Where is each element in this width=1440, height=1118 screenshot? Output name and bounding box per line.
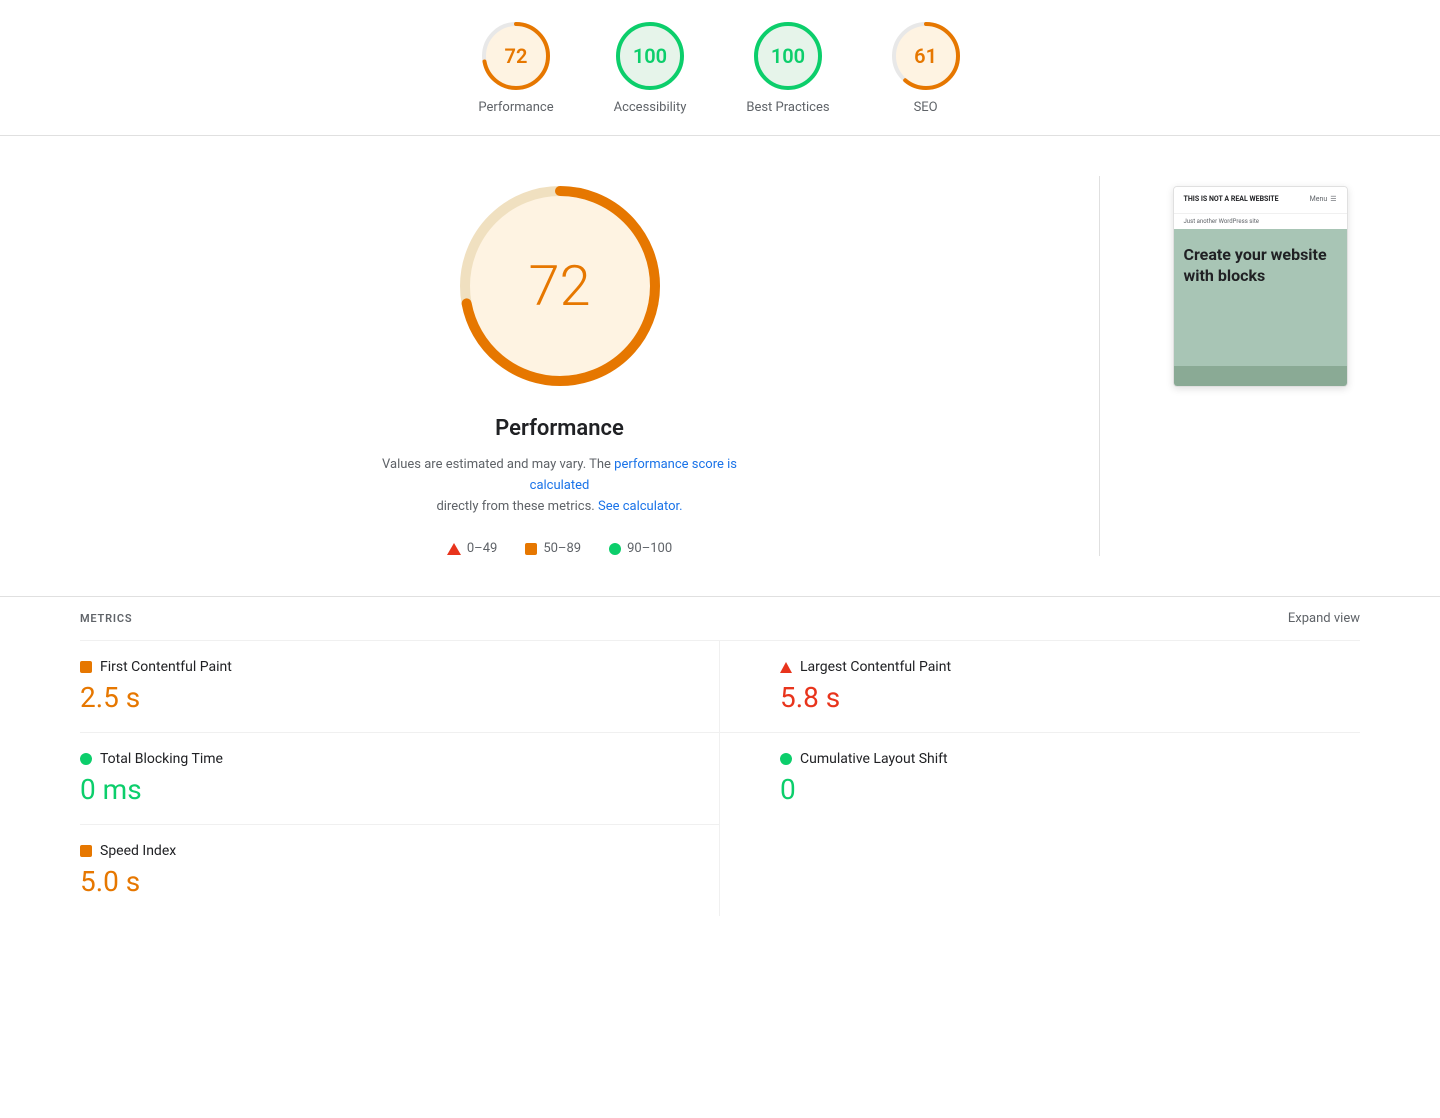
seo-score-num: 61 [914,46,937,66]
score-circle-seo: 61 [890,20,962,92]
screenshot-menu: Menu ☰ [1310,195,1337,203]
legend-range-1: 0–49 [467,541,497,556]
performance-score-num: 72 [505,46,528,66]
calculator-link[interactable]: See calculator. [598,499,683,514]
metrics-grid: First Contentful Paint 2.5 s Largest Con… [80,640,1360,916]
metric-fcp-header: First Contentful Paint [80,659,659,675]
scores-bar: 72 Performance 100 Accessibility 100 Bes… [0,0,1440,136]
score-circle-accessibility: 100 [614,20,686,92]
performance-label: Performance [478,100,553,115]
green-circle-icon [609,543,621,555]
metric-cls-value: 0 [780,773,1360,806]
main-content: 72 Performance Values are estimated and … [0,136,1440,596]
metric-lcp-header: Largest Contentful Paint [780,659,1360,675]
accessibility-score-num: 100 [633,46,667,66]
metrics-header: METRICS Expand view [80,597,1360,640]
metric-fcp-label: First Contentful Paint [100,659,232,675]
metric-largest-contentful-paint: Largest Contentful Paint 5.8 s [720,640,1360,732]
metric-first-contentful-paint: First Contentful Paint 2.5 s [80,640,720,732]
screenshot-hero-bottom [1174,366,1347,386]
legend-item-orange: 50–89 [525,541,581,556]
legend-item-green: 90–100 [609,541,672,556]
score-item-performance[interactable]: 72 Performance [478,20,553,115]
metrics-title: METRICS [80,612,132,625]
metric-si-value: 5.0 s [80,865,659,898]
metric-fcp-value: 2.5 s [80,681,659,714]
best-practices-label: Best Practices [746,100,829,115]
website-screenshot: THIS IS NOT A REAL WEBSITE Menu ☰ Just a… [1173,186,1348,387]
metric-cls-header: Cumulative Layout Shift [780,751,1360,767]
orange-square-icon [525,543,537,555]
score-item-accessibility[interactable]: 100 Accessibility [614,20,687,115]
score-item-seo[interactable]: 61 SEO [890,20,962,115]
metrics-section: METRICS Expand view First Contentful Pai… [0,596,1440,916]
metric-tbt-value: 0 ms [80,773,659,806]
metric-si-header: Speed Index [80,843,659,859]
accessibility-label: Accessibility [614,100,687,115]
green-circle-icon [80,753,92,765]
metric-tbt-label: Total Blocking Time [100,751,223,767]
expand-view-button[interactable]: Expand view [1288,611,1360,626]
legend-range-3: 90–100 [627,541,672,556]
legend: 0–49 50–89 90–100 [447,541,672,556]
green-circle-icon [780,753,792,765]
red-triangle-icon [447,543,461,555]
screenshot-hero: Create your website with blocks [1174,229,1347,367]
perf-title: Performance [495,416,624,441]
metric-cumulative-layout-shift: Cumulative Layout Shift 0 [720,732,1360,824]
best-practices-score-num: 100 [771,46,805,66]
metric-si-label: Speed Index [100,843,176,859]
seo-label: SEO [914,100,938,115]
score-item-best-practices[interactable]: 100 Best Practices [746,20,829,115]
metric-lcp-label: Largest Contentful Paint [800,659,951,675]
legend-range-2: 50–89 [543,541,581,556]
screenshot-subtitle: Just another WordPress site [1174,214,1347,229]
screenshot-site-title: THIS IS NOT A REAL WEBSITE [1184,195,1279,205]
main-gauge-score: 72 [528,253,590,319]
metric-total-blocking-time: Total Blocking Time 0 ms [80,732,720,824]
score-circle-best-practices: 100 [752,20,824,92]
orange-square-icon [80,845,92,857]
metric-lcp-value: 5.8 s [780,681,1360,714]
menu-hamburger-icon: ☰ [1330,195,1336,203]
metric-tbt-header: Total Blocking Time [80,751,659,767]
vertical-divider [1099,176,1100,556]
legend-item-red: 0–49 [447,541,497,556]
perf-desc: Values are estimated and may vary. The p… [370,455,750,517]
red-triangle-icon [780,662,792,673]
metric-speed-index: Speed Index 5.0 s [80,824,720,916]
screenshot-hero-text: Create your website with blocks [1184,245,1337,287]
left-panel: 72 Performance Values are estimated and … [80,176,1039,556]
right-panel: THIS IS NOT A REAL WEBSITE Menu ☰ Just a… [1160,176,1360,556]
main-gauge: 72 [450,176,670,396]
score-circle-performance: 72 [480,20,552,92]
metric-cls-label: Cumulative Layout Shift [800,751,948,767]
screenshot-header: THIS IS NOT A REAL WEBSITE Menu ☰ [1174,187,1347,214]
orange-square-icon [80,661,92,673]
